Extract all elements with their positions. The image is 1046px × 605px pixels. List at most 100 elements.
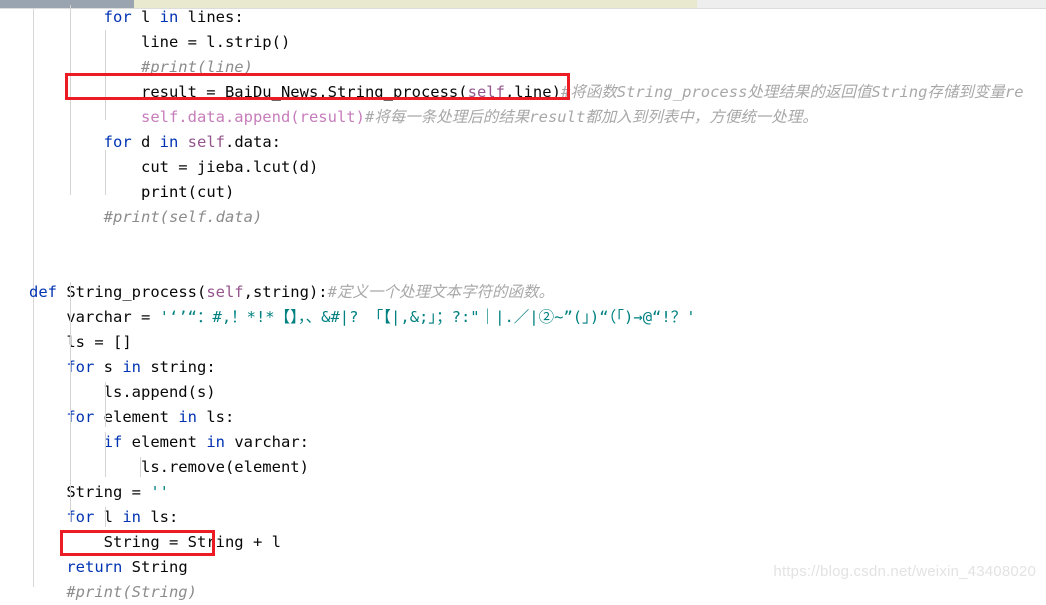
code-token: l	[131, 8, 160, 26]
indent-guide	[70, 5, 71, 195]
code-line[interactable]: #print(String)	[0, 580, 1046, 605]
code-token: self	[467, 83, 505, 101]
code-token: result = BaiDu_News.String_process(	[140, 83, 468, 101]
code-token: ls.append(s)	[103, 383, 216, 401]
code-line[interactable]: ls.remove(element)	[0, 455, 1046, 480]
code-token: ,string):	[243, 283, 328, 301]
code-token: self.data.append(result)	[140, 108, 365, 126]
code-token: #将函数String_process处理结果的返回值String存储到变量re	[560, 83, 1024, 101]
code-line[interactable]: line = l.strip()	[0, 30, 1046, 55]
code-token: ls.remove(element)	[140, 458, 309, 476]
code-line[interactable]: if element in varchar:	[0, 430, 1046, 455]
code-line[interactable]: ls = []	[0, 330, 1046, 355]
code-token: in	[122, 508, 141, 526]
code-token: #将每一条处理后的结果result都加入到列表中，方便统一处理。	[364, 108, 818, 126]
indent-guide	[105, 30, 106, 120]
code-line[interactable]: def String_process(self,string):#定义一个处理文…	[0, 280, 1046, 305]
code-token: line = l.strip()	[140, 33, 291, 51]
code-token: ''	[150, 483, 169, 501]
code-token: for	[103, 133, 132, 151]
code-token: String =	[66, 483, 151, 501]
code-token: lines:	[178, 8, 244, 26]
code-token: #print(String)	[66, 583, 197, 601]
code-token: in	[159, 8, 179, 26]
indent-guide	[105, 150, 106, 195]
code-token: def	[29, 283, 57, 301]
code-line[interactable]: result = BaiDu_News.String_process(self,…	[0, 80, 1046, 105]
code-line[interactable]: #print(line)	[0, 55, 1046, 80]
code-token: in	[206, 433, 225, 451]
code-token: s	[94, 358, 123, 376]
code-token: .data:	[225, 133, 281, 151]
code-token: ls = []	[66, 333, 132, 351]
code-token: l	[94, 508, 123, 526]
code-token: in	[178, 408, 197, 426]
code-token: String = String + l	[103, 533, 281, 551]
code-token: varchar =	[66, 308, 160, 326]
code-token: ls:	[141, 508, 179, 526]
code-line[interactable]: for d in self.data:	[0, 130, 1046, 155]
code-line[interactable]	[0, 255, 1046, 280]
watermark: https://blog.csdn.net/weixin_43408020	[773, 563, 1036, 580]
code-token: self	[206, 283, 244, 301]
indent-guide	[140, 457, 141, 477]
code-line[interactable]: varchar = '‘’“：#,！*!*【】，、&#|? 「【|,&;」；?:…	[0, 305, 1046, 330]
code-token: #print(self.data)	[103, 208, 263, 226]
code-token: return	[66, 558, 123, 576]
code-line[interactable]: self.data.append(result)#将每一条处理后的结果resul…	[0, 105, 1046, 130]
code-token: in	[159, 133, 179, 151]
code-token: ls:	[197, 408, 235, 426]
code-line[interactable]: for element in ls:	[0, 405, 1046, 430]
code-line[interactable]: ls.append(s)	[0, 380, 1046, 405]
indent-guide	[105, 507, 106, 527]
code-token: in	[122, 358, 141, 376]
code-token: varchar:	[225, 433, 309, 451]
code-token: d	[131, 133, 160, 151]
code-token: String_process(	[57, 283, 207, 301]
code-line[interactable]: for l in ls:	[0, 505, 1046, 530]
indent-guide	[70, 282, 71, 522]
code-token: print	[140, 183, 188, 201]
code-token: #定义一个处理文本字符的函数。	[327, 283, 554, 301]
code-token: for	[103, 8, 132, 26]
code-line[interactable]: for l in lines:	[0, 5, 1046, 30]
code-token: string:	[141, 358, 216, 376]
code-line[interactable]: #print(self.data)	[0, 205, 1046, 230]
code-line[interactable]: String = String + l	[0, 530, 1046, 555]
code-token: (cut)	[187, 183, 235, 201]
code-line[interactable]: cut = jieba.lcut(d)	[0, 155, 1046, 180]
code-token: self	[187, 133, 225, 151]
code-line[interactable]	[0, 230, 1046, 255]
code-line[interactable]: print(cut)	[0, 180, 1046, 205]
code-token: #print(line)	[140, 58, 253, 76]
code-token: element	[122, 433, 207, 451]
indent-guide	[105, 382, 106, 427]
code-line[interactable]: for s in string:	[0, 355, 1046, 380]
code-content[interactable]: for l in lines: line = l.strip() #print(…	[0, 5, 1046, 605]
code-line[interactable]: String = ''	[0, 480, 1046, 505]
indent-guide	[105, 432, 106, 477]
code-token: ,line)	[504, 83, 561, 101]
